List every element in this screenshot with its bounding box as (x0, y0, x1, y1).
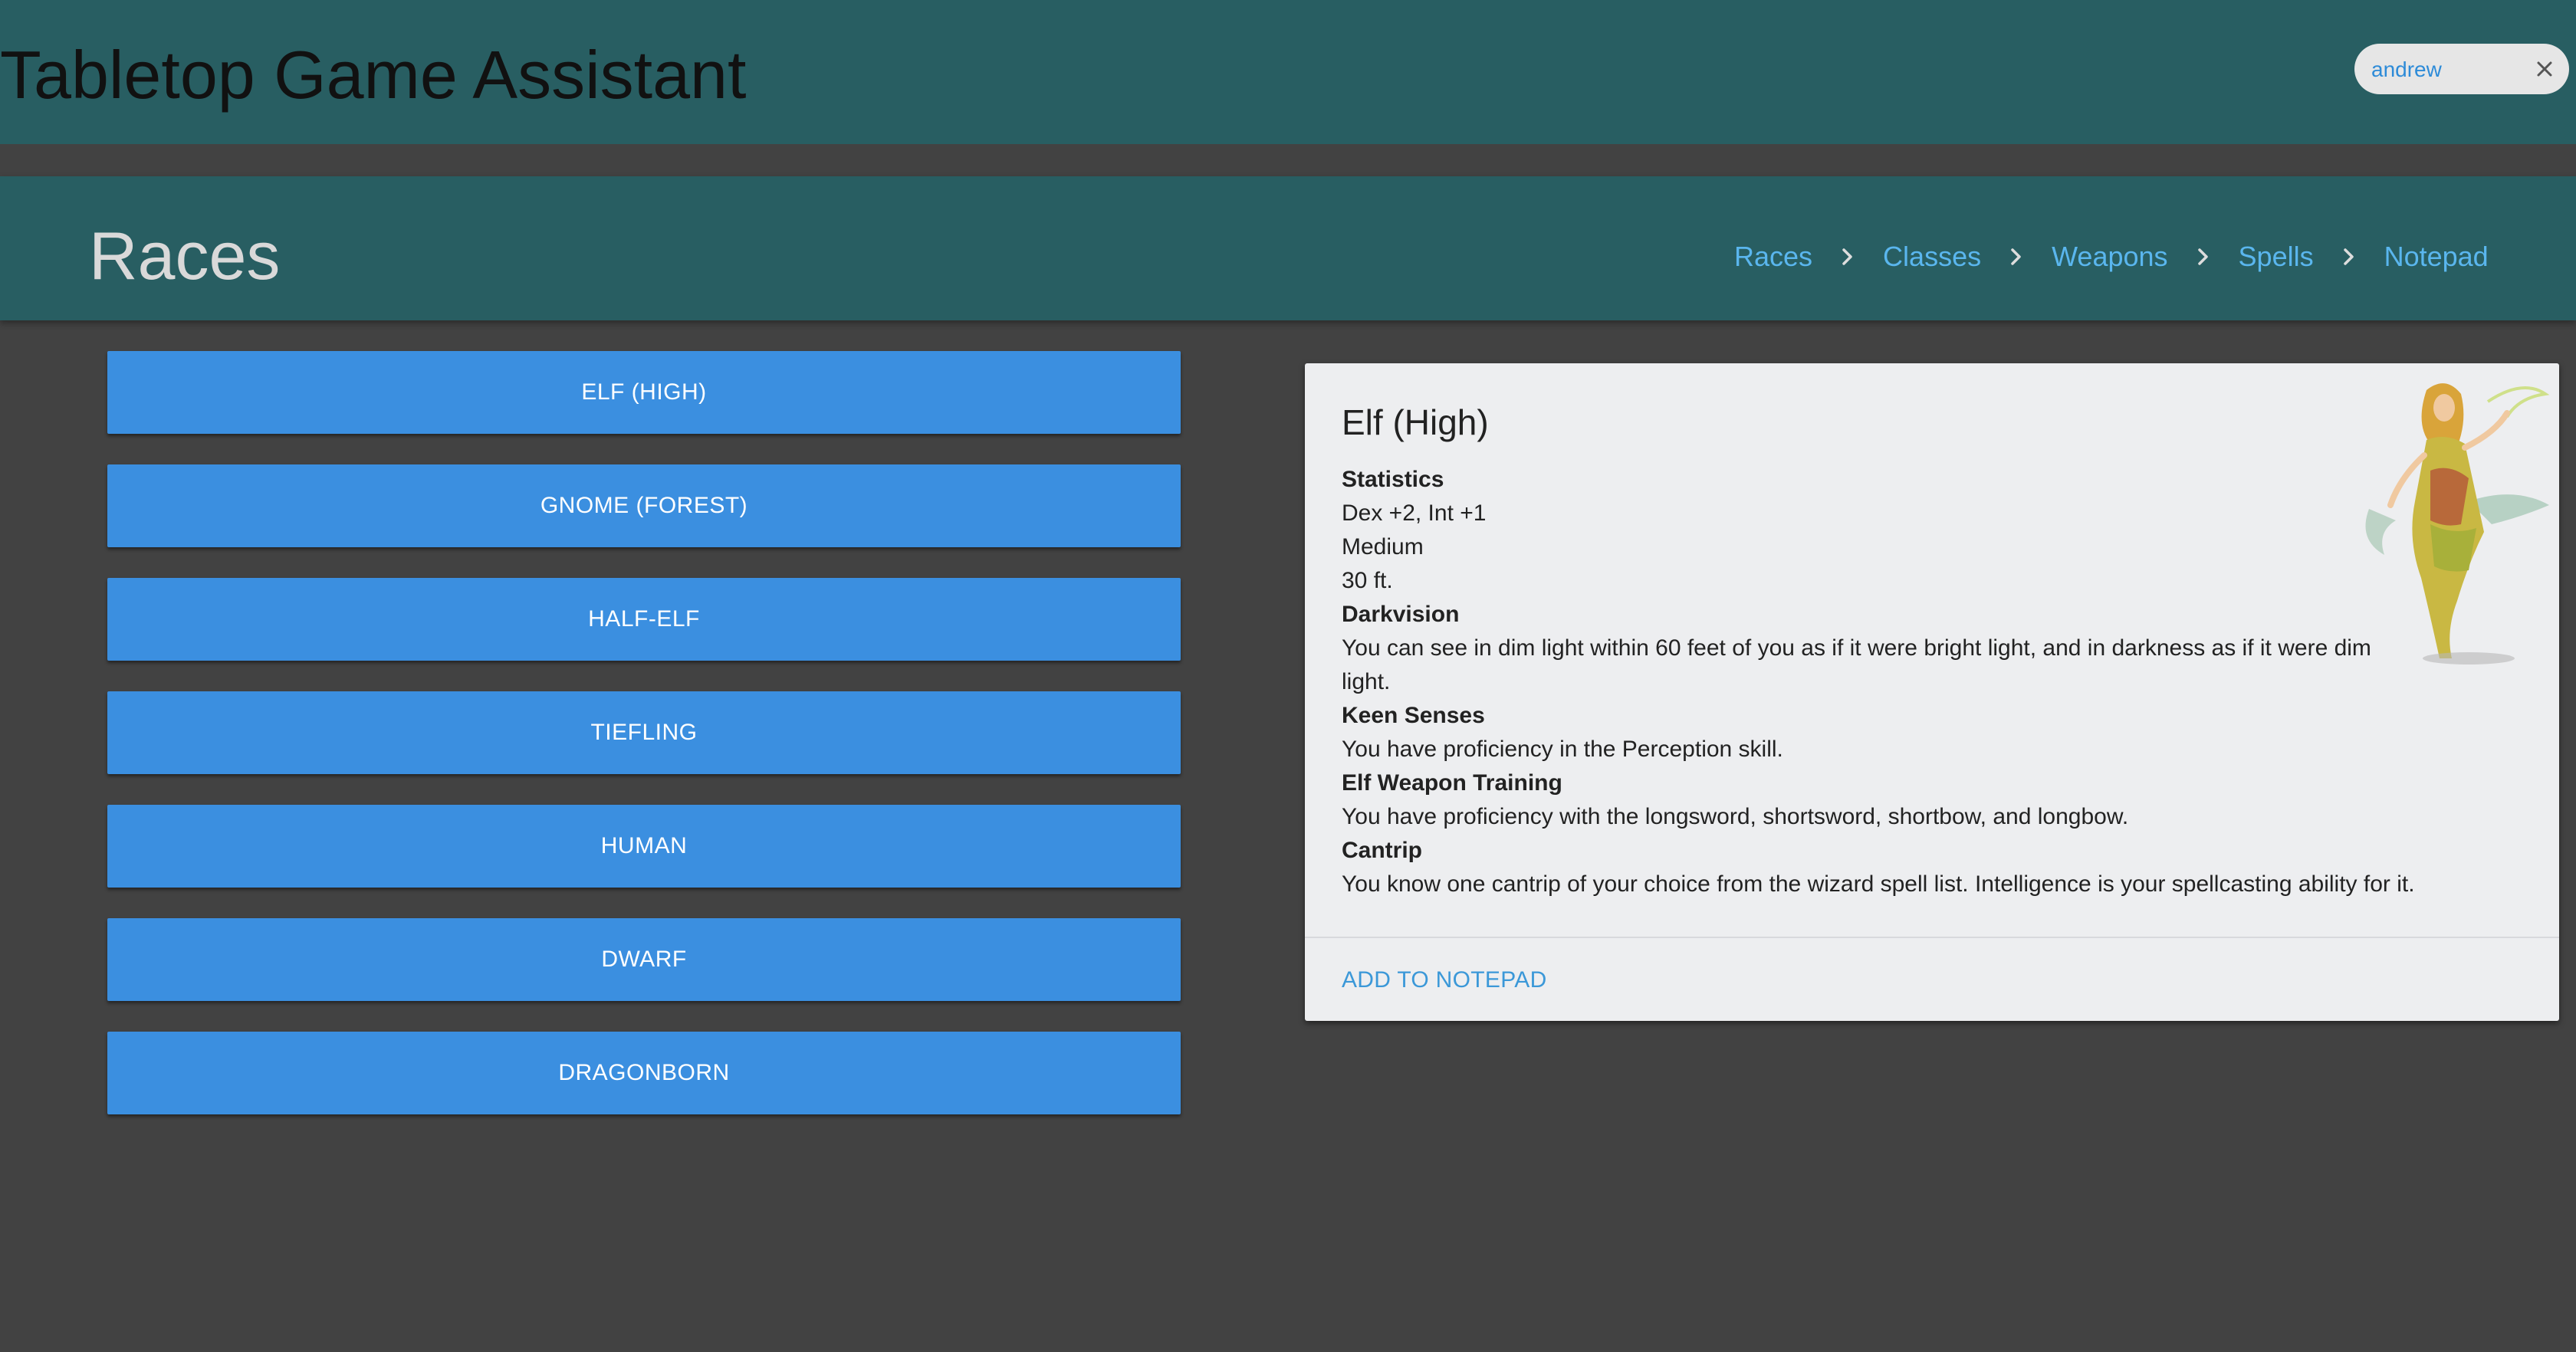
divider-strip (0, 144, 2576, 176)
stat-bonus: Dex +2, Int +1 (1342, 500, 1487, 526)
statistics-heading: Statistics (1342, 467, 1444, 492)
race-button-half-elf[interactable]: HALF-ELF (107, 578, 1181, 661)
race-button-gnome-forest[interactable]: GNOME (FOREST) (107, 464, 1181, 547)
chevron-right-icon (2314, 241, 2384, 272)
card-divider (1305, 937, 2559, 938)
breadcrumb-notepad[interactable]: Notepad (2384, 243, 2489, 271)
race-button-tiefling[interactable]: TIEFLING (107, 691, 1181, 774)
breadcrumb-weapons[interactable]: Weapons (2052, 243, 2167, 271)
race-button-dragonborn[interactable]: DRAGONBORN (107, 1032, 1181, 1114)
app-bar: Tabletop Game Assistant andrew (0, 0, 2576, 144)
feature-heading-elf-weapon-training: Elf Weapon Training (1342, 770, 1562, 796)
breadcrumb: Races Classes Weapons Spells Notepad (1734, 238, 2489, 276)
race-list: ELF (HIGH) GNOME (FOREST) HALF-ELF TIEFL… (107, 351, 1181, 1145)
chevron-right-icon (1981, 241, 2052, 272)
race-button-elf-high[interactable]: ELF (HIGH) (107, 351, 1181, 434)
breadcrumb-spells[interactable]: Spells (2239, 243, 2314, 271)
card-body: Statistics Dex +2, Int +1 Medium 30 ft. … (1342, 463, 2415, 901)
feature-text-elf-weapon-training: You have proficiency with the longsword,… (1342, 804, 2129, 829)
breadcrumb-classes[interactable]: Classes (1883, 243, 1981, 271)
speed-value: 30 ft. (1342, 568, 1393, 593)
chevron-right-icon (2168, 241, 2239, 272)
race-button-dwarf[interactable]: DWARF (107, 918, 1181, 1001)
feature-text-cantrip: You know one cantrip of your choice from… (1342, 871, 2415, 897)
feature-text-darkvision: You can see in dim light within 60 feet … (1342, 635, 2371, 694)
size-value: Medium (1342, 534, 1424, 560)
card-title: Elf (High) (1342, 402, 1489, 442)
race-button-human[interactable]: HUMAN (107, 805, 1181, 888)
close-icon[interactable] (2529, 54, 2560, 84)
section-header: Races Races Classes Weapons Spells Notep… (0, 176, 2576, 320)
user-chip-label: andrew (2371, 57, 2442, 81)
breadcrumb-races[interactable]: Races (1734, 243, 1812, 271)
feature-heading-cantrip: Cantrip (1342, 838, 1422, 863)
feature-heading-darkvision: Darkvision (1342, 602, 1460, 627)
app-title: Tabletop Game Assistant (0, 37, 747, 113)
chevron-right-icon (1812, 241, 1883, 272)
page-title: Races (89, 218, 281, 294)
race-detail-card: Elf (High) Statistics Dex +2, Int +1 Med… (1305, 363, 2559, 1021)
feature-heading-keen-senses: Keen Senses (1342, 703, 1485, 728)
user-chip[interactable]: andrew (2354, 44, 2569, 94)
add-to-notepad-button[interactable]: ADD TO NOTEPAD (1342, 967, 1547, 993)
feature-text-keen-senses: You have proficiency in the Perception s… (1342, 737, 1783, 762)
